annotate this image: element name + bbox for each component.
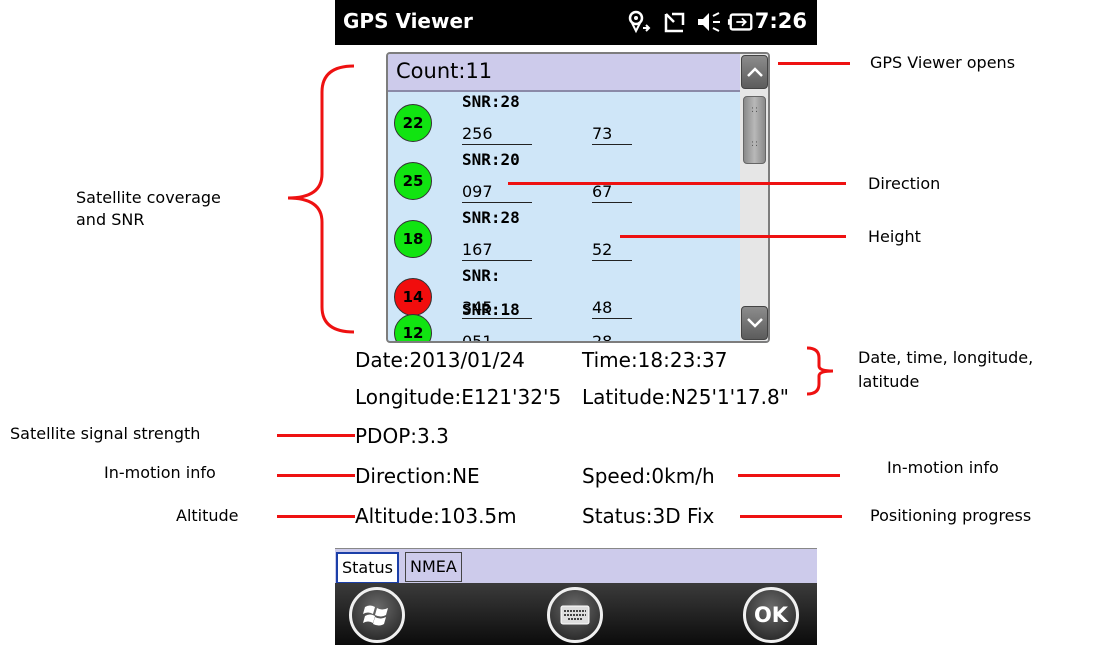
annotation-line bbox=[277, 474, 355, 477]
direction-value: 097 bbox=[462, 182, 493, 201]
vertical-scrollbar[interactable]: :: :: bbox=[740, 54, 768, 341]
tab-status[interactable]: Status bbox=[336, 552, 399, 584]
satellite-count: Count:11 bbox=[396, 59, 493, 83]
direction-value: 256 bbox=[462, 124, 493, 143]
annotation-gps-viewer-opens: GPS Viewer opens bbox=[870, 53, 1016, 72]
row-underline bbox=[592, 260, 632, 261]
latitude-value: Latitude:N25'1'17.8" bbox=[582, 385, 789, 409]
list-item[interactable]: 22 SNR:28 256 73 bbox=[388, 92, 740, 150]
row-underline bbox=[592, 144, 632, 145]
satellite-id-badge: 25 bbox=[394, 162, 432, 200]
time-value: Time:18:23:37 bbox=[582, 348, 728, 372]
annotation-satellite-coverage: Satellite coverage and SNR bbox=[76, 188, 221, 229]
ok-button[interactable]: OK bbox=[743, 587, 799, 643]
status-value: Status:3D Fix bbox=[582, 504, 715, 528]
direction-info: Direction:NE bbox=[355, 464, 480, 488]
annotation-in-motion-right: In-motion info bbox=[887, 458, 999, 477]
scroll-thumb[interactable]: :: :: bbox=[743, 96, 766, 164]
row-underline bbox=[462, 260, 532, 261]
altitude-value: Altitude:103.5m bbox=[355, 504, 517, 528]
scroll-down-button[interactable] bbox=[741, 306, 768, 340]
annotation-line bbox=[738, 474, 840, 477]
gps-icon[interactable] bbox=[625, 9, 653, 35]
snr-value: SNR: bbox=[462, 266, 501, 285]
clock: 7:26 bbox=[754, 9, 807, 33]
snr-value: SNR:28 bbox=[462, 208, 520, 227]
soft-key-bar: OK bbox=[335, 583, 817, 645]
annotation-line bbox=[277, 434, 355, 437]
app-title: GPS Viewer bbox=[343, 9, 473, 33]
speed-value: Speed:0km/h bbox=[582, 464, 715, 488]
satellite-list[interactable]: Count:11 22 SNR:28 256 73 25 SNR:20 097 … bbox=[386, 52, 770, 343]
row-underline bbox=[462, 202, 532, 203]
annotation-height: Height bbox=[868, 227, 921, 246]
annotation-date-time: Date, time, longitude, latitude bbox=[858, 348, 1034, 391]
snr-value: SNR:18 bbox=[462, 300, 520, 319]
list-item[interactable]: 25 SNR:20 097 67 bbox=[388, 150, 740, 208]
start-button[interactable] bbox=[349, 587, 405, 643]
annotation-direction: Direction bbox=[868, 174, 941, 193]
satellite-id-badge: 22 bbox=[394, 104, 432, 142]
chevron-up-icon bbox=[746, 67, 763, 77]
direction-value: 167 bbox=[462, 240, 493, 259]
satellite-id-badge: 12 bbox=[394, 314, 432, 341]
tab-nmea[interactable]: NMEA bbox=[405, 552, 462, 582]
keyboard-icon bbox=[560, 605, 590, 625]
height-value: 52 bbox=[592, 240, 613, 259]
chevron-down-icon bbox=[746, 318, 763, 328]
left-brace bbox=[287, 64, 355, 334]
longitude-value: Longitude:E121'32'5 bbox=[355, 385, 562, 409]
phone-screen: GPS Viewer 7:26 Count:11 22 SNR:28 256 7… bbox=[335, 0, 817, 645]
annotation-line bbox=[778, 62, 850, 65]
grip-icon: :: bbox=[751, 139, 760, 149]
row-underline bbox=[462, 144, 532, 145]
annotation-altitude: Altitude bbox=[176, 506, 239, 525]
annotation-in-motion-left: In-motion info bbox=[104, 463, 216, 482]
battery-icon[interactable] bbox=[727, 9, 755, 35]
pdop-value: PDOP:3.3 bbox=[355, 424, 449, 448]
height-value: 28 bbox=[592, 332, 613, 343]
annotation-signal-strength: Satellite signal strength bbox=[10, 424, 201, 443]
tab-strip: Status NMEA bbox=[335, 548, 817, 584]
volume-icon[interactable] bbox=[694, 9, 722, 35]
annotation-line bbox=[740, 515, 842, 518]
height-value: 73 bbox=[592, 124, 613, 143]
annotation-line bbox=[277, 515, 355, 518]
annotation-line bbox=[508, 182, 846, 185]
snr-value: SNR:20 bbox=[462, 150, 520, 169]
snr-value: SNR:28 bbox=[462, 92, 520, 111]
start-icon bbox=[363, 605, 388, 626]
list-item[interactable]: 12 SNR:18 051 28 bbox=[388, 300, 740, 343]
annotation-positioning: Positioning progress bbox=[870, 506, 1032, 525]
scroll-up-button[interactable] bbox=[741, 55, 768, 89]
keyboard-button[interactable] bbox=[547, 587, 603, 643]
grip-icon: :: bbox=[751, 105, 760, 115]
direction-value: 051 bbox=[462, 332, 493, 343]
signal-icon[interactable] bbox=[661, 9, 689, 35]
title-bar: GPS Viewer 7:26 bbox=[335, 0, 817, 45]
date-value: Date:2013/01/24 bbox=[355, 348, 525, 372]
annotation-line bbox=[620, 235, 846, 238]
count-header: Count:11 bbox=[388, 54, 740, 92]
row-underline bbox=[592, 202, 632, 203]
right-brace bbox=[806, 346, 834, 396]
satellite-id-badge: 18 bbox=[394, 220, 432, 258]
